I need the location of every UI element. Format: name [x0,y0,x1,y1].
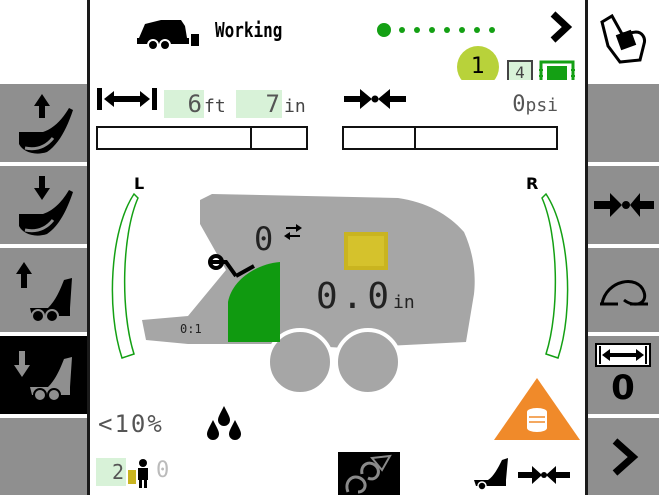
top-status-bar: Working 1 4 [87,0,588,88]
left-blank-slot [0,0,87,80]
bale-offset-button[interactable]: 0 [588,336,659,414]
main-display: 6 ft 7 in 0psi L R 0 0.0in 0:1 <10% 2 0 [87,80,588,495]
bale-diameter-readout: 0.0in [316,276,415,317]
baler-icon [137,20,199,51]
footer-bar: 2 0 [90,448,585,495]
chevron-right-icon [612,437,638,476]
net-roll-tile[interactable] [338,452,400,495]
ratio-value: 0:1 [180,322,202,336]
next-page-button[interactable] [588,418,659,495]
topbar-divider-left [87,0,90,80]
progress-dot [429,27,435,33]
bale-size-icon [97,88,157,110]
pressure-set-button[interactable] [588,166,659,244]
status-text: Working [215,18,283,42]
progress-dot [444,27,450,33]
operator-count: 0 [156,458,170,483]
manual-override-button[interactable] [588,0,659,80]
tailgate-lower-button[interactable] [0,336,87,414]
bale-size-bar-marker [250,128,252,148]
bale-diameter-value: 0.0 [316,276,394,317]
pressure-status-icon [518,466,570,484]
baler-monitor-screen: 0 Working 1 4 6 ft 7 in 0psi L R 0 0.0in… [0,0,659,495]
progress-dots [377,20,507,40]
step-badge-label: 1 [471,54,485,79]
bale-size-bar [96,126,308,150]
bale-diameter-unit: in [393,292,415,313]
tailgate-raise-button[interactable] [0,248,87,332]
bale-size-inches[interactable]: 7 [236,90,282,118]
right-fill-gauge [541,192,569,359]
bale-size-feet[interactable]: 6 [164,90,204,118]
pickup-raise-button[interactable] [0,84,87,162]
tailgate-raise-icon [15,262,72,323]
moisture-drops-icon [207,406,241,440]
pressure-bar-marker [414,128,416,148]
pickup-lower-button[interactable] [0,166,87,244]
offset-box: 0 [594,342,652,408]
pickup-lower-icon [18,176,73,236]
pressure-icon [344,89,406,109]
hand-lever-icon [599,13,646,64]
left-button-column [0,0,87,495]
bale-count: 2 [96,458,126,486]
pickup-raise-icon [18,94,73,154]
left-empty-button[interactable] [0,418,87,495]
offset-value: 0 [611,368,635,408]
pickup-status-icon [474,458,508,490]
right-empty-button[interactable] [588,84,659,162]
progress-dot [489,27,495,33]
operator-icon [128,459,148,488]
pressure-value: 0 [512,92,526,117]
pressure-unit: psi [525,95,558,116]
net-roll-icon [345,454,392,494]
progress-dot [459,27,465,33]
header-next-icon[interactable] [547,10,573,44]
compress-arrows-icon [593,193,654,217]
net-wraps-value: 0 [254,220,274,258]
moisture-value: <10% [98,410,164,438]
bale-size-inches-unit: in [284,96,306,117]
progress-dot [474,27,480,33]
progress-dot [377,23,391,37]
left-fill-gauge [111,192,139,359]
net-wrap-button[interactable] [588,248,659,332]
wrap-loop-icon [599,280,648,306]
tailgate-lower-icon [13,351,72,402]
pressure-bar [342,126,558,150]
right-button-column: 0 [588,0,659,495]
width-arrows-icon [595,343,651,367]
progress-dot [399,27,405,33]
bale-size-feet-unit: ft [204,96,226,117]
pressure-readout: 0psi [462,92,558,117]
topbar-divider-right [585,0,588,80]
bale-warning-icon[interactable] [492,376,582,442]
progress-dot [414,27,420,33]
right-gauge-label: R [526,174,539,193]
